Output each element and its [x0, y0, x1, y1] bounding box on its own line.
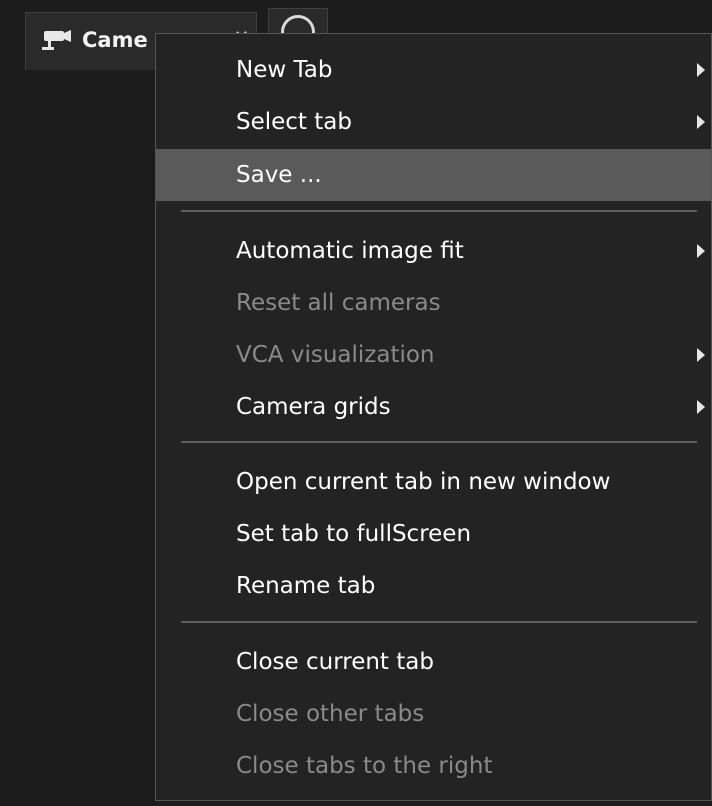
- submenu-arrow-icon: [697, 348, 705, 362]
- menu-item-label: Automatic image fit: [236, 238, 464, 264]
- menu-item-label: Save ...: [236, 162, 322, 188]
- menu-item-new-tab[interactable]: New Tab: [156, 44, 711, 96]
- menu-item-close-current-tab[interactable]: Close current tab: [156, 636, 711, 688]
- menu-item-label: Reset all cameras: [236, 290, 441, 316]
- menu-item-camera-grids[interactable]: Camera grids: [156, 381, 711, 433]
- camera-icon: [42, 30, 71, 50]
- menu-item-label: Close current tab: [236, 649, 434, 675]
- menu-separator: [181, 621, 697, 623]
- menu-separator: [181, 441, 697, 443]
- tab-label: Came: [82, 28, 148, 52]
- submenu-arrow-icon: [697, 115, 705, 129]
- menu-item-save[interactable]: Save ...: [156, 149, 711, 201]
- menu-item-select-tab[interactable]: Select tab: [156, 96, 711, 148]
- menu-separator: [181, 210, 697, 212]
- context-menu: New Tab Select tab Save ... Automatic im…: [155, 33, 712, 801]
- menu-item-label: Set tab to fullScreen: [236, 521, 472, 547]
- menu-item-vca-visualization: VCA visualization: [156, 329, 711, 381]
- menu-item-reset-all-cameras: Reset all cameras: [156, 277, 711, 329]
- menu-item-label: Select tab: [236, 109, 352, 135]
- submenu-arrow-icon: [697, 400, 705, 414]
- menu-item-label: Rename tab: [236, 573, 376, 599]
- menu-item-set-tab-to-fullscreen[interactable]: Set tab to fullScreen: [156, 508, 711, 560]
- menu-item-label: VCA visualization: [236, 342, 435, 368]
- menu-item-label: Close other tabs: [236, 701, 425, 727]
- menu-item-label: Close tabs to the right: [236, 753, 493, 779]
- menu-item-close-other-tabs: Close other tabs: [156, 688, 711, 740]
- submenu-arrow-icon: [697, 244, 705, 258]
- menu-item-open-current-tab-in-new-window[interactable]: Open current tab in new window: [156, 456, 711, 508]
- menu-item-close-tabs-to-the-right: Close tabs to the right: [156, 740, 711, 792]
- menu-item-label: New Tab: [236, 57, 333, 83]
- submenu-arrow-icon: [697, 63, 705, 77]
- menu-item-rename-tab[interactable]: Rename tab: [156, 560, 711, 612]
- menu-item-label: Camera grids: [236, 394, 391, 420]
- menu-item-label: Open current tab in new window: [236, 469, 611, 495]
- menu-item-automatic-image-fit[interactable]: Automatic image fit: [156, 225, 711, 277]
